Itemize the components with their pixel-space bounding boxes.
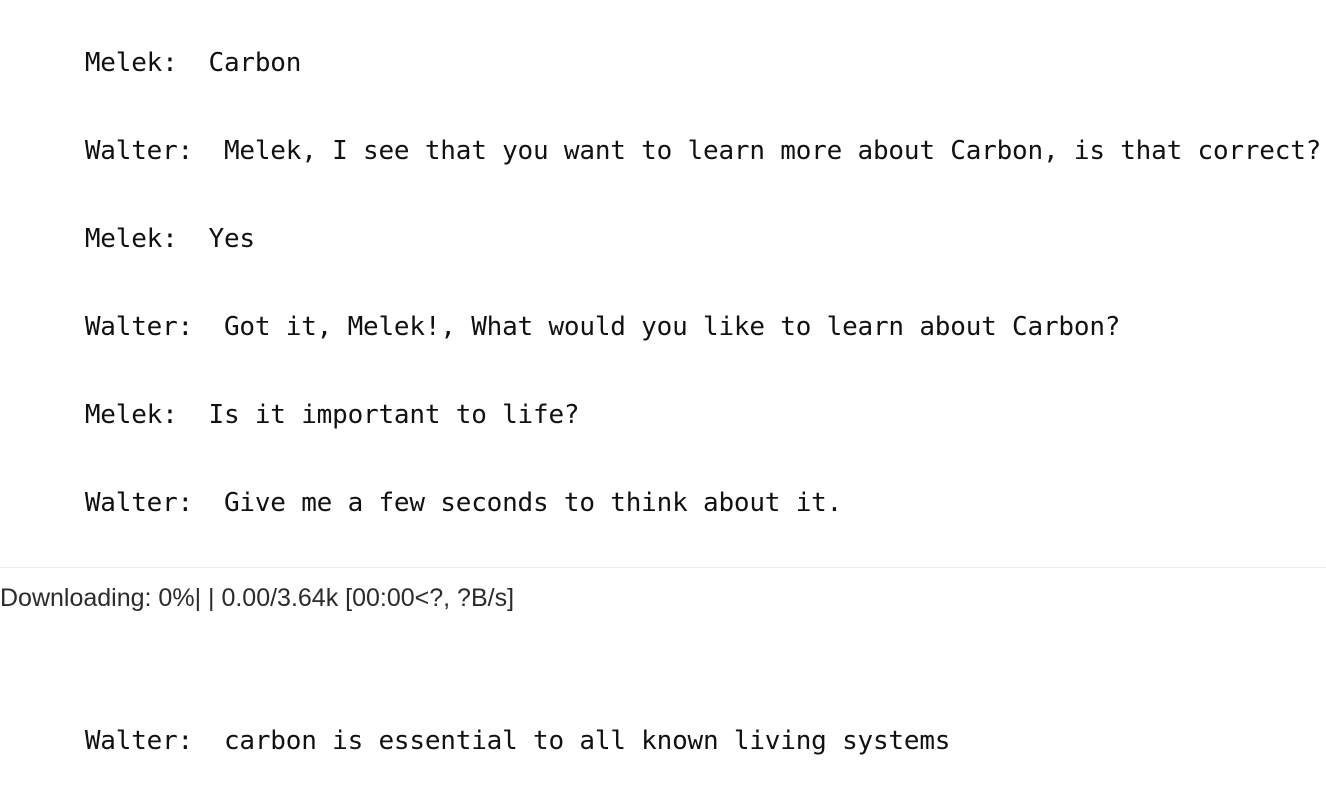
transcript-line-melek: Melek: Yes: [23, 194, 255, 284]
message-text: Is it important to life?: [208, 400, 580, 430]
speaker-label: Walter:: [84, 136, 194, 166]
notebook-output-area: Melek: Carbon Walter: Melek, I see that …: [0, 0, 1326, 768]
message-text: carbon is essential to all known living …: [223, 726, 951, 756]
transcript-line-walter-answer: Walter: carbon is essential to all known…: [23, 696, 951, 786]
transcript-line-melek: Melek: Is it important to life?: [23, 370, 580, 460]
download-progress-text: Downloading: 0%| | 0.00/3.64k [00:00<?, …: [0, 584, 515, 612]
speaker-label: Walter:: [84, 726, 194, 756]
speaker-label: Melek:: [84, 400, 178, 430]
speaker-label: Melek:: [84, 48, 178, 78]
speaker-label: Walter:: [84, 312, 194, 342]
transcript-line-walter: Walter: Melek, I see that you want to le…: [23, 106, 1321, 196]
message-text: Give me a few seconds to think about it.: [223, 488, 843, 518]
transcript-line-melek: Melek: Carbon: [23, 18, 302, 108]
message-text: Yes: [208, 224, 255, 254]
speaker-label: Walter:: [84, 488, 194, 518]
transcript-line-walter: Walter: Give me a few seconds to think a…: [23, 458, 842, 548]
output-divider: [0, 567, 1326, 568]
transcript-line-walter: Walter: Got it, Melek!, What would you l…: [23, 282, 1121, 372]
speaker-label: Melek:: [84, 224, 178, 254]
message-text: Got it, Melek!, What would you like to l…: [223, 312, 1121, 342]
message-text: Melek, I see that you want to learn more…: [223, 136, 1322, 166]
message-text: Carbon: [208, 48, 302, 78]
